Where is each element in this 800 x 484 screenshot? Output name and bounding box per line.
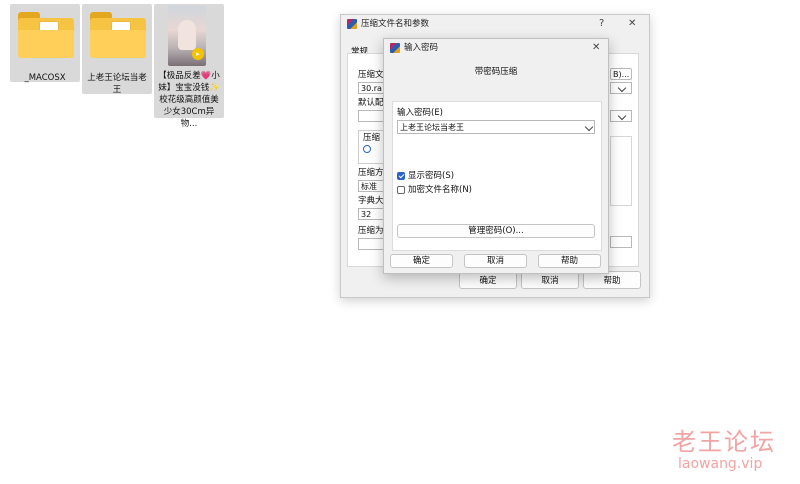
split-unit-field[interactable] <box>610 236 632 248</box>
default-profile-label: 默认配 <box>358 98 384 108</box>
dictionary-label: 字典大 <box>358 196 384 206</box>
rar-radio[interactable] <box>363 145 371 153</box>
desktop-item-label: _MACOSX <box>24 73 66 83</box>
chevron-down-icon <box>617 111 627 121</box>
archive-name-dropdown[interactable] <box>610 82 632 94</box>
chevron-down-icon <box>584 122 594 132</box>
password-input[interactable]: 上老王论坛当老王 <box>397 120 595 134</box>
help-icon[interactable]: ? <box>599 18 604 30</box>
archive-dialog-titlebar: 压缩文件名和参数 ? ✕ <box>341 15 649 35</box>
video-badge-icon: ▸ <box>192 48 204 60</box>
desktop-item-image[interactable]: ▸ 【极品反差💗小妹】宝宝没钱✨校花级高颜值美少女30Cm异物... <box>154 4 224 129</box>
manage-passwords-button[interactable]: 管理密码(O)... <box>397 224 595 238</box>
close-icon[interactable]: ✕ <box>592 42 600 54</box>
archive-dialog-title: 压缩文件名和参数 <box>361 19 430 29</box>
browse-button[interactable]: B)... <box>610 68 632 80</box>
show-password-checkbox[interactable] <box>397 172 405 180</box>
help-button[interactable]: 帮助 <box>538 254 601 268</box>
password-dialog-heading: 带密码压缩 <box>474 67 518 77</box>
winrar-icon <box>347 19 357 29</box>
chevron-down-icon <box>617 83 627 93</box>
watermark-text: 老王论坛 <box>672 428 776 456</box>
folder-icon <box>18 12 74 58</box>
archive-options-box <box>610 136 632 206</box>
archive-name-label: 压缩文 <box>358 70 384 80</box>
split-label: 压缩为 <box>358 226 384 236</box>
encrypt-names-checkbox[interactable] <box>397 186 405 194</box>
update-mode-dropdown[interactable] <box>610 110 632 122</box>
method-label: 压缩方 <box>358 168 384 178</box>
image-thumbnail: ▸ <box>168 6 206 66</box>
desktop-item-folder[interactable]: 上老王论坛当老王 <box>82 4 152 95</box>
winrar-icon <box>390 43 400 53</box>
desktop-item-label: 【极品反差💗小妹】宝宝没钱✨校花级高颜值美少女30Cm异物... <box>158 71 220 129</box>
password-dialog: 输入密码 ✕ 带密码压缩 输入密码(E) 上老王论坛当老王 显示密码(S) 加密… <box>383 38 609 274</box>
ok-button[interactable]: 确定 <box>390 254 453 268</box>
encrypt-names-label: 加密文件名称(N) <box>408 185 472 195</box>
archive-format-label: 压缩 <box>363 133 381 143</box>
password-dialog-title: 输入密码 <box>404 43 439 53</box>
desktop-item-macosx[interactable]: _MACOSX <box>10 4 80 83</box>
folder-icon <box>90 12 146 58</box>
cancel-button[interactable]: 取消 <box>464 254 527 268</box>
desktop-item-label: 上老王论坛当老王 <box>87 73 147 95</box>
watermark-url: laowang.vip <box>678 456 763 472</box>
show-password-label: 显示密码(S) <box>408 171 455 181</box>
password-panel: 输入密码(E) 上老王论坛当老王 显示密码(S) 加密文件名称(N) 管理密码(… <box>392 101 602 251</box>
password-value: 上老王论坛当老王 <box>400 123 464 132</box>
password-input-label: 输入密码(E) <box>397 108 444 118</box>
close-icon[interactable]: ✕ <box>628 18 636 30</box>
